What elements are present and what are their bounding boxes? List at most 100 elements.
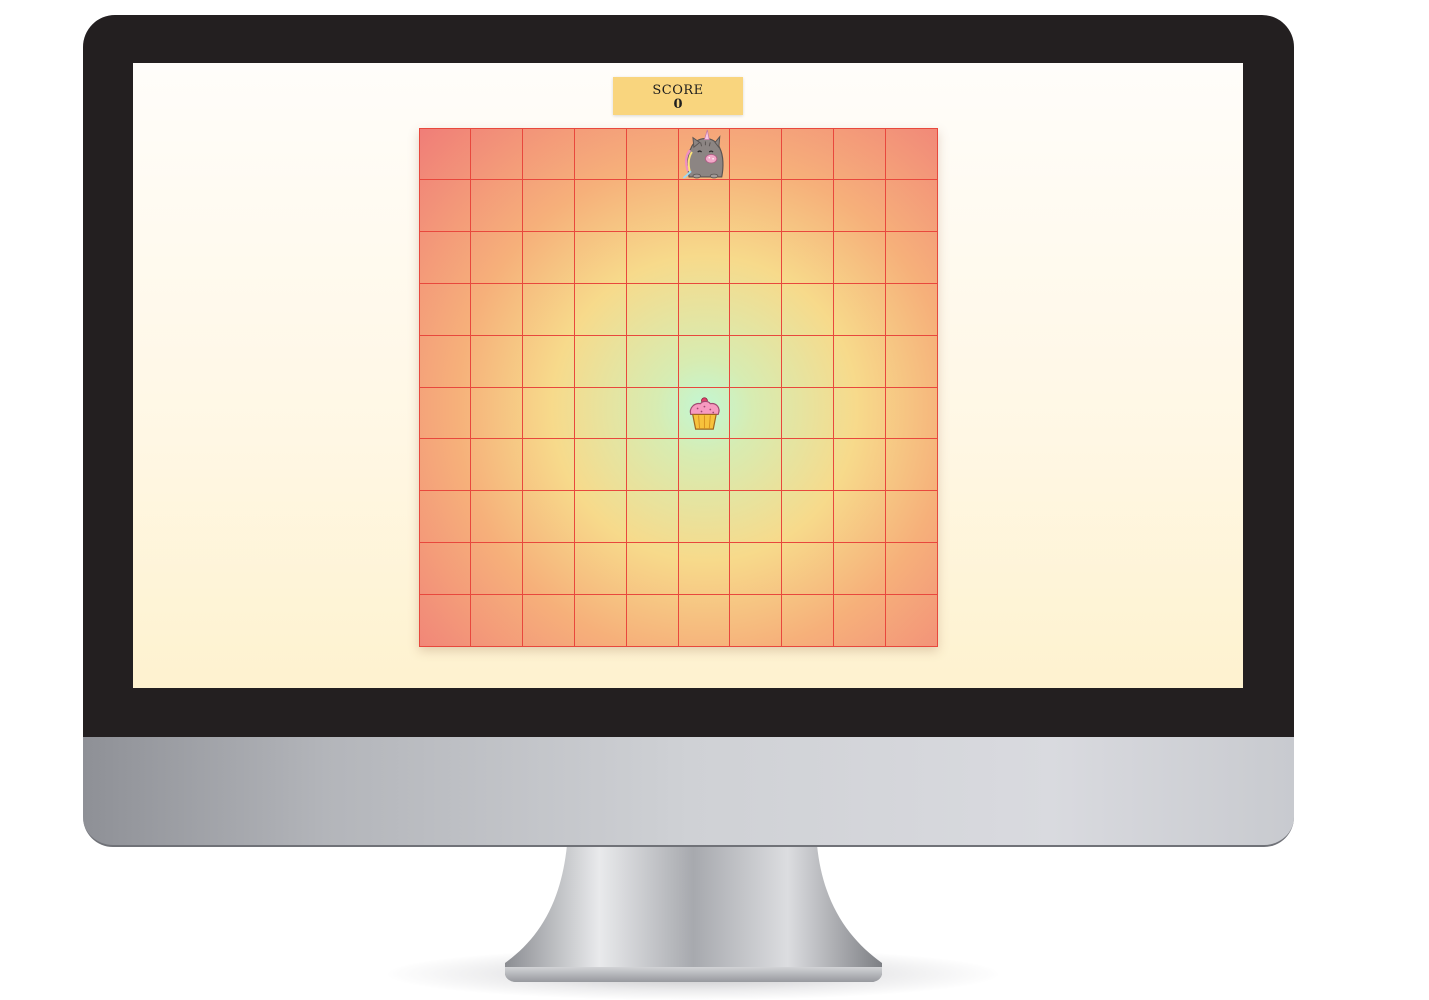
board-cell [574, 387, 627, 440]
board-cell [626, 231, 679, 284]
board-cell [782, 543, 835, 596]
board-cell [678, 128, 731, 180]
board-cell [522, 439, 575, 492]
board-cell [678, 439, 731, 492]
board-cell [678, 179, 731, 232]
board-cell [834, 543, 887, 596]
board-cell [834, 231, 887, 284]
board-cell [574, 231, 627, 284]
board-cell [522, 387, 575, 440]
board-cell [782, 128, 835, 180]
board-cell [626, 128, 679, 180]
board-cell [782, 335, 835, 388]
board-cell [626, 491, 679, 544]
board-cell [782, 387, 835, 440]
board-cell [678, 335, 731, 388]
board-cell [419, 179, 471, 232]
board-cell [834, 283, 887, 336]
board-cell [470, 595, 523, 647]
board-cell [834, 387, 887, 440]
board-cell [470, 491, 523, 544]
board-cell [626, 439, 679, 492]
board-cell [574, 283, 627, 336]
board-cell [834, 439, 887, 492]
monitor-chin [83, 737, 1294, 847]
board-cell [782, 231, 835, 284]
board-cell [626, 179, 679, 232]
board-cell [626, 543, 679, 596]
board-cell [626, 595, 679, 647]
game-board[interactable] [419, 128, 938, 647]
board-cell [886, 179, 938, 232]
board-cell [574, 595, 627, 647]
board-cell [886, 595, 938, 647]
board-cell [626, 335, 679, 388]
game-screen: SCORE 0 [133, 63, 1243, 688]
board-cell [886, 543, 938, 596]
food-sprite [679, 388, 730, 439]
board-cell [730, 335, 783, 388]
board-cell [782, 595, 835, 647]
board-cell [574, 179, 627, 232]
board-cell [834, 491, 887, 544]
board-cell [834, 335, 887, 388]
board-cell [782, 283, 835, 336]
board-cell [782, 439, 835, 492]
board-cell [678, 543, 731, 596]
board-cell [782, 491, 835, 544]
board-cell [574, 335, 627, 388]
board-cell [419, 491, 471, 544]
board-cell [419, 595, 471, 647]
board-cell [419, 387, 471, 440]
cupcake-icon [689, 396, 720, 430]
board-cell [574, 491, 627, 544]
board-cell [730, 283, 783, 336]
board-cell [678, 387, 731, 440]
board-cell [886, 335, 938, 388]
score-panel: SCORE 0 [613, 77, 743, 115]
board-cell [730, 595, 783, 647]
board-cell [522, 543, 575, 596]
board-cell [470, 387, 523, 440]
board-cell [886, 387, 938, 440]
board-cell [886, 128, 938, 180]
board-cell [886, 231, 938, 284]
board-cell [522, 128, 575, 180]
board-grid [419, 128, 938, 647]
board-cell [574, 439, 627, 492]
board-cell [522, 231, 575, 284]
board-cell [886, 491, 938, 544]
player-sprite [679, 129, 730, 179]
board-cell [470, 335, 523, 388]
board-cell [678, 231, 731, 284]
score-label: SCORE [652, 83, 704, 98]
board-cell [419, 543, 471, 596]
board-cell [470, 231, 523, 284]
board-cell [419, 283, 471, 336]
board-cell [678, 491, 731, 544]
board-cell [626, 283, 679, 336]
board-cell [470, 439, 523, 492]
board-cell [886, 439, 938, 492]
board-cell [730, 387, 783, 440]
board-cell [470, 543, 523, 596]
monitor-stand [505, 845, 882, 982]
board-cell [419, 128, 471, 180]
board-cell [522, 179, 575, 232]
board-cell [419, 439, 471, 492]
board-cell [574, 543, 627, 596]
board-cell [470, 128, 523, 180]
pusheen-unicorn-cat-icon [682, 129, 724, 179]
board-cell [834, 595, 887, 647]
board-cell [470, 179, 523, 232]
desktop-stage: SCORE 0 [0, 0, 1429, 1000]
board-cell [678, 283, 731, 336]
board-cell [522, 335, 575, 388]
board-cell [419, 335, 471, 388]
board-cell [730, 439, 783, 492]
board-cell [678, 595, 731, 647]
board-cell [886, 283, 938, 336]
board-cell [730, 543, 783, 596]
board-cell [730, 179, 783, 232]
board-cell [522, 595, 575, 647]
